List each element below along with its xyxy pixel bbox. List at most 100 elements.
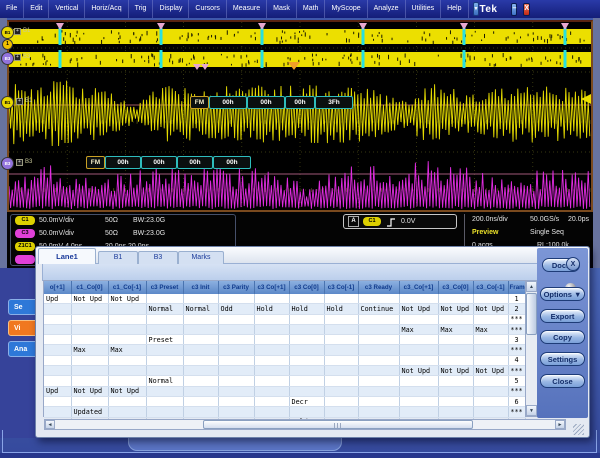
table-cell [183,324,218,334]
minimize-button[interactable]: – [511,3,517,16]
menu-overflow-button[interactable]: ▼ [473,2,480,16]
close-window-button[interactable]: X [566,257,580,271]
table-cell [358,314,399,324]
table-row-9[interactable]: UpdNot UpdNot Upd*** [44,386,525,396]
zoom-badge[interactable]: Z1C1 [15,242,35,251]
expand-icon[interactable]: + [14,28,21,35]
menu-item-0[interactable]: File [0,0,24,18]
window-button-1[interactable]: Options ▼ [540,287,585,301]
column-header-1[interactable]: c1_Co[0] [71,281,108,294]
column-header-13[interactable]: Frame [508,281,525,294]
menu-item-7[interactable]: Measure [227,0,267,18]
menu-item-12[interactable]: Utilities [406,0,442,18]
table-row-0[interactable]: UpdNot UpdNot Upd1 [44,294,525,304]
table-cell [324,335,358,345]
table-row-7[interactable]: Not UpdNot UpdNot Upd*** [44,366,525,376]
tab-1[interactable]: B1 [98,251,138,264]
column-header-4[interactable]: c3 Init [183,281,218,294]
table-row-11[interactable]: Updated*** [44,407,525,417]
expand-icon[interactable]: + [14,54,21,61]
column-header-7[interactable]: c3 Co[0] [289,281,324,294]
menu-item-8[interactable]: Mask [267,0,297,18]
menu-item-6[interactable]: Cursors [189,0,227,18]
table-cell: *** [508,324,525,334]
hscroll-thumb[interactable] [203,420,473,429]
table-row-3[interactable]: MaxMaxMax*** [44,324,525,334]
column-header-0[interactable]: o[+1] [44,281,71,294]
b3-decode-box-2: 00h [141,156,177,169]
b1-decode-box-4: 3Fh [315,96,353,109]
tab-3[interactable]: Marks [178,251,224,264]
table-cell [71,355,108,365]
menu-item-3[interactable]: Horiz/Acq [85,0,128,18]
table-cell [254,386,289,396]
table-row-8[interactable]: Normal5 [44,376,525,386]
ch1-badge[interactable]: C1 [15,216,35,225]
column-header-8[interactable]: c3 Co[-1] [324,281,358,294]
table-row-1[interactable]: NormalNormalOddHoldHoldHoldContinueNot U… [44,304,525,314]
column-header-9[interactable]: c3 Ready [358,281,399,294]
resize-grip-icon[interactable] [573,424,584,435]
menu-item-5[interactable]: Display [153,0,189,18]
menu-item-1[interactable]: Edit [24,0,49,18]
tab-2[interactable]: B3 [138,251,178,264]
table-cell [183,345,218,355]
menu-item-9[interactable]: Math [297,0,326,18]
column-header-2[interactable]: c1_Co[-1] [108,281,146,294]
trigger-source-marker[interactable]: 1 [2,39,13,50]
table-row-5[interactable]: MaxMax*** [44,345,525,355]
ch3-badge[interactable]: C3 [15,229,35,238]
table-row-4[interactable]: Preset3 [44,335,525,345]
column-header-10[interactable]: c3_Co[+1] [399,281,438,294]
ch1-scale: 50.0mV/div [39,217,74,224]
bus-b3-handle[interactable]: B3 [1,52,14,65]
table-cell [358,324,399,334]
zoom3-badge[interactable] [15,255,35,264]
menu-item-10[interactable]: MyScope [325,0,367,18]
menu-item-11[interactable]: Analyze [368,0,406,18]
table-cell [289,386,324,396]
table-row-10[interactable]: Decr6 [44,396,525,406]
vscroll-thumb[interactable] [526,293,537,335]
window-button-2[interactable]: Export [540,309,585,323]
table-cell: *** [508,366,525,376]
background-window-tab [128,436,342,451]
column-header-12[interactable]: c3_Co[-1] [473,281,508,294]
horizontal-scrollbar[interactable]: ◄ ► [44,419,566,430]
bus-b1-handle[interactable]: B1 [1,26,14,39]
scroll-down-icon[interactable]: ▼ [526,405,537,416]
table-cell [473,345,508,355]
expand-icon[interactable]: + [16,159,23,166]
menu-item-4[interactable]: Trig [129,0,154,18]
table-cell [399,294,438,304]
table-cell: Max [108,345,146,355]
table-row-6[interactable]: 4 [44,355,525,365]
column-header-11[interactable]: c3_Co[0] [438,281,473,294]
expand-icon[interactable]: + [16,98,23,105]
menu-item-2[interactable]: Vertical [49,0,85,18]
close-button[interactable]: X [523,3,530,16]
table-cell [146,345,183,355]
window-button-5[interactable]: Close [540,374,585,388]
column-header-5[interactable]: c3 Parity [218,281,254,294]
side-panel-button-2[interactable]: Ana [8,341,38,357]
scroll-up-icon[interactable]: ▲ [526,281,537,292]
scroll-left-icon[interactable]: ◄ [45,420,55,429]
side-panel-button-0[interactable]: Se [8,299,38,315]
bus-b1-analog-handle[interactable]: B1 [1,96,14,109]
scroll-right-icon[interactable]: ► [555,420,565,429]
menu-item-13[interactable]: Help [441,0,468,18]
window-button-4[interactable]: Settings [540,352,585,366]
side-panel-button-1[interactable]: Vi [8,320,38,336]
table-cell [473,335,508,345]
tab-0[interactable]: Lane1 [38,248,96,264]
bus-b3-analog-label: +B3 [16,159,32,166]
column-header-3[interactable]: c3 Preset [146,281,183,294]
bus-b3-analog-handle[interactable]: B3 [1,157,14,170]
table-cell: Normal [146,304,183,314]
table-row-2[interactable]: *** [44,314,525,324]
table-cell [146,407,183,417]
window-button-3[interactable]: Copy [540,330,585,344]
column-header-6[interactable]: c3 Co[+1] [254,281,289,294]
bus-b1-label: +B1 [14,28,30,35]
